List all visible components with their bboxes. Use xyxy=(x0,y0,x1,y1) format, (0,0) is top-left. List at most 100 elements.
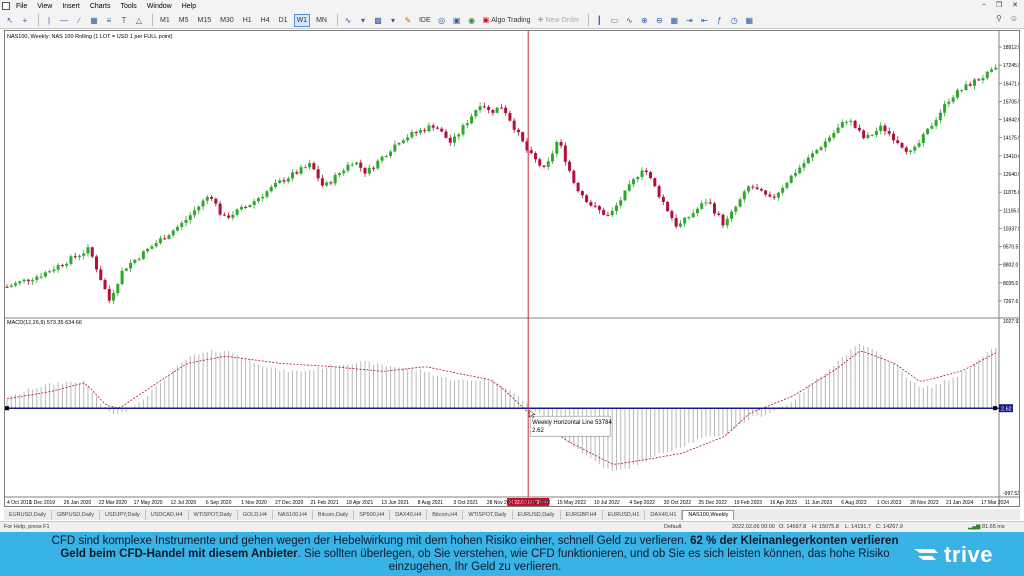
timeframe-w1[interactable]: W1 xyxy=(293,13,311,27)
chart-type-icon[interactable]: ∿ xyxy=(342,14,354,27)
channel-icon[interactable]: ▦ xyxy=(88,14,100,27)
menu-tools[interactable]: Tools xyxy=(120,3,136,10)
chart-tab[interactable]: WTISPOT,Daily xyxy=(463,509,513,520)
menu-charts[interactable]: Charts xyxy=(90,3,111,10)
timeframe-mn[interactable]: MN xyxy=(313,14,330,27)
line-chart-icon[interactable]: ∿ xyxy=(623,14,635,27)
tile-windows-icon[interactable]: ▦ xyxy=(668,14,680,27)
chart-tab[interactable]: Bitcoin,H4 xyxy=(427,509,464,520)
candle-bullish xyxy=(990,69,994,72)
candle-bearish xyxy=(768,194,772,197)
window-controls: – ❐ ✕ xyxy=(982,1,1018,9)
search-icon[interactable]: ⚲ xyxy=(996,14,1002,23)
ide-button[interactable]: IDE xyxy=(417,14,433,27)
timeframe-m5[interactable]: M5 xyxy=(176,14,192,27)
candle-bullish xyxy=(239,206,243,210)
chart-tab[interactable]: SP500,H4 xyxy=(354,509,391,520)
timeframe-h4[interactable]: H4 xyxy=(258,14,273,27)
candle-bearish xyxy=(674,218,678,227)
tooltip-value: 2.62 xyxy=(532,428,544,434)
screenshot-icon[interactable]: ▦ xyxy=(743,14,755,27)
candle-bearish xyxy=(533,153,537,160)
time-scale-label: 6 Sep 2020 xyxy=(206,500,232,506)
crosshair-icon[interactable]: + xyxy=(19,14,31,27)
dropdown-chevron-icon[interactable]: ▾ xyxy=(387,14,399,27)
signals-icon[interactable]: ◎ xyxy=(436,14,448,27)
candle-bullish xyxy=(120,270,124,285)
candle-bearish xyxy=(312,163,316,170)
dropdown-chevron-icon[interactable]: ▾ xyxy=(357,14,369,27)
candle-bullish xyxy=(461,125,465,135)
candle-bearish xyxy=(423,130,427,132)
timeframe-m30[interactable]: M30 xyxy=(217,14,237,27)
candle-bullish xyxy=(129,262,133,269)
candle-bearish xyxy=(968,84,972,86)
chart-tab[interactable]: EURUSD,Daily xyxy=(4,509,52,520)
zoom-in-icon[interactable]: ⊕ xyxy=(638,14,650,27)
chart-tab[interactable]: USDCAD,H4 xyxy=(146,509,189,520)
cursor-icon[interactable]: ↖ xyxy=(4,14,16,27)
text-tool-icon[interactable]: T xyxy=(118,14,130,27)
close-icon[interactable]: ✕ xyxy=(1012,1,1018,9)
shapes-icon[interactable]: △ xyxy=(133,14,145,27)
minimize-icon[interactable]: – xyxy=(982,1,986,9)
zoom-out-icon[interactable]: ⊖ xyxy=(653,14,665,27)
restore-icon[interactable]: ❐ xyxy=(996,1,1002,9)
candle-bearish xyxy=(372,167,376,169)
trendline-icon[interactable]: ∕ xyxy=(73,14,85,27)
vertical-line-icon[interactable]: | xyxy=(43,14,55,27)
chart-tab[interactable]: DAX40,H1 xyxy=(645,509,683,520)
chart-tab[interactable]: DAX40,H4 xyxy=(390,509,428,520)
timeframe-h1[interactable]: H1 xyxy=(240,14,255,27)
menu-help[interactable]: Help xyxy=(182,3,196,10)
menu-insert[interactable]: Insert xyxy=(62,3,80,10)
chart-tab[interactable]: WTISPOT,Daily xyxy=(189,509,238,520)
chart-tab[interactable]: EURUSD,Daily xyxy=(513,509,561,520)
candlestick-icon[interactable]: ▭ xyxy=(608,14,620,27)
candle-bearish xyxy=(717,213,721,215)
candle-bullish xyxy=(457,134,461,137)
candle-bullish xyxy=(31,279,35,282)
trive-logo: trive xyxy=(912,542,993,568)
chart-shift-icon[interactable]: ⇤ xyxy=(698,14,710,27)
vps-icon[interactable]: ◉ xyxy=(466,14,478,27)
candle-bullish xyxy=(913,146,917,151)
chart-tab[interactable]: NAS100,Weekly xyxy=(682,509,735,520)
chart-tab[interactable]: GOLD,H4 xyxy=(238,509,273,520)
menu-view[interactable]: View xyxy=(37,3,52,10)
new-order-button[interactable]: ✚ New Order xyxy=(536,14,582,27)
indicators-icon[interactable]: ƒ xyxy=(713,14,725,27)
periods-icon[interactable]: ◷ xyxy=(728,14,740,27)
chart-tab[interactable]: GBPUSD,Daily xyxy=(52,509,100,520)
community-icon[interactable]: ☺ xyxy=(1010,14,1018,23)
status-profile[interactable]: Default xyxy=(664,524,681,530)
menu-window[interactable]: Window xyxy=(147,3,172,10)
time-scale-label: 22 Mar 2020 xyxy=(99,500,127,506)
chart-tab[interactable]: Bitcoin,Daily xyxy=(313,509,355,520)
bar-chart-icon[interactable]: ┃ xyxy=(593,14,605,27)
candle-bearish xyxy=(585,195,589,203)
market-icon[interactable]: ▣ xyxy=(451,14,463,27)
nas100-weekly-chart[interactable]: 2.622022.02.06 00:00Weekly Horizontal Li… xyxy=(5,31,1020,507)
timeframe-d1[interactable]: D1 xyxy=(276,14,291,27)
timeframe-m1[interactable]: M1 xyxy=(157,14,173,27)
autoscroll-icon[interactable]: ⇥ xyxy=(683,14,695,27)
templates-icon[interactable]: ▩ xyxy=(372,14,384,27)
time-scale-label: 17 May 2020 xyxy=(134,500,163,506)
chart-window[interactable]: 2.62 2022.02.06 00:00 Weekly Horizontal Li… xyxy=(4,30,1020,507)
app-icon xyxy=(2,2,10,10)
menu-file[interactable]: File xyxy=(16,3,27,10)
timeframe-m15[interactable]: M15 xyxy=(194,14,214,27)
algo-trading-button[interactable]: ▣ Algo Trading xyxy=(481,14,533,27)
candle-bullish xyxy=(678,223,682,227)
metaeditor-icon[interactable]: ✎ xyxy=(402,14,414,27)
chart-tab[interactable]: NAS100,H4 xyxy=(273,509,313,520)
candle-bullish xyxy=(627,184,631,191)
chart-tab[interactable]: EURGBP,H4 xyxy=(561,509,603,520)
horizontal-line-icon[interactable]: — xyxy=(58,14,70,27)
chart-tab[interactable]: USDJPY,Daily xyxy=(100,509,146,520)
candle-bearish xyxy=(512,120,516,130)
fibonacci-icon[interactable]: ≡ xyxy=(103,14,115,27)
chart-tab[interactable]: EURUSD,H1 xyxy=(603,509,646,520)
candle-bullish xyxy=(18,281,22,284)
